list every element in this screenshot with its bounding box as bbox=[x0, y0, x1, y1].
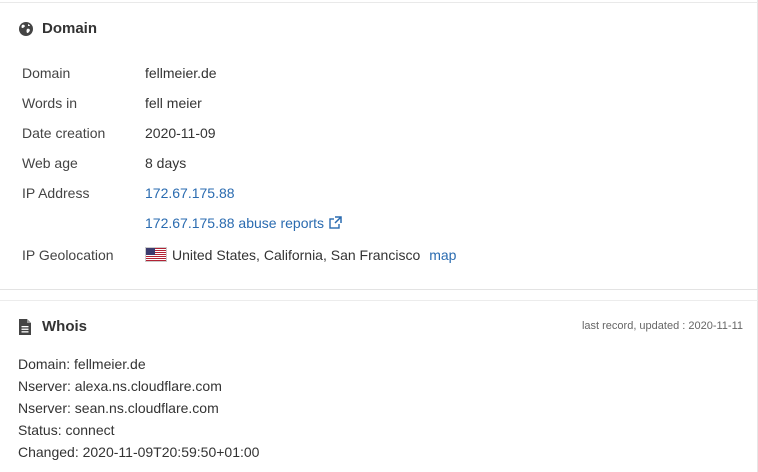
external-link-icon bbox=[329, 216, 343, 229]
ip-address-link[interactable]: 172.67.175.88 bbox=[145, 185, 235, 201]
whois-panel-title-text: Whois bbox=[42, 318, 87, 335]
domain-info-page: Domain Domain fellmeier.de Words in fell… bbox=[0, 0, 758, 472]
domain-row: Domain fellmeier.de bbox=[22, 58, 456, 88]
abuse-reports-text: 172.67.175.88 abuse reports bbox=[145, 215, 325, 231]
domain-panel-title: Domain bbox=[18, 20, 97, 37]
top-divider bbox=[0, 2, 758, 3]
web-age-value: 8 days bbox=[145, 155, 187, 171]
whois-line-changed: Changed: 2020-11-09T20:59:50+01:00 bbox=[18, 444, 260, 460]
words-in-row: Words in fell meier bbox=[22, 88, 456, 118]
whois-line-nserver-2: Nserver: sean.ns.cloudflare.com bbox=[18, 400, 219, 416]
date-creation-value: 2020-11-09 bbox=[145, 125, 216, 141]
globe-icon bbox=[18, 21, 34, 37]
whois-record: Domain: fellmeier.de Nserver: alexa.ns.c… bbox=[18, 353, 259, 463]
domain-label: Domain bbox=[22, 65, 71, 81]
document-icon bbox=[18, 318, 34, 335]
ip-geolocation-value: United States, California, San Francisco bbox=[172, 247, 421, 263]
abuse-reports-row: 172.67.175.88 abuse reports bbox=[22, 208, 456, 238]
words-in-value: fell meier bbox=[145, 95, 202, 111]
whois-panel-title: Whois bbox=[18, 318, 87, 335]
ip-address-row: IP Address 172.67.175.88 bbox=[22, 178, 456, 208]
whois-line-nserver-1: Nserver: alexa.ns.cloudflare.com bbox=[18, 378, 222, 394]
domain-value: fellmeier.de bbox=[145, 65, 217, 81]
ip-address-label: IP Address bbox=[22, 185, 90, 201]
abuse-reports-link[interactable]: 172.67.175.88 abuse reports bbox=[145, 215, 343, 231]
web-age-label: Web age bbox=[22, 155, 78, 171]
whois-panel-top-border bbox=[0, 300, 758, 301]
web-age-row: Web age 8 days bbox=[22, 148, 456, 178]
date-creation-label: Date creation bbox=[22, 125, 106, 141]
ip-geolocation-label: IP Geolocation bbox=[22, 247, 114, 263]
map-link[interactable]: map bbox=[429, 247, 456, 263]
date-creation-row: Date creation 2020-11-09 bbox=[22, 118, 456, 148]
domain-panel-title-text: Domain bbox=[42, 20, 98, 37]
section-divider bbox=[0, 289, 758, 290]
whois-line-status: Status: connect bbox=[18, 422, 115, 438]
domain-info-table: Domain fellmeier.de Words in fell meier … bbox=[22, 58, 456, 272]
ip-geolocation-row: IP Geolocation United States, California… bbox=[22, 238, 456, 272]
words-in-label: Words in bbox=[22, 95, 77, 111]
whois-line-domain: Domain: fellmeier.de bbox=[18, 356, 146, 372]
last-record-updated: last record, updated : 2020-11-11 bbox=[581, 320, 743, 332]
us-flag-icon bbox=[145, 247, 167, 262]
